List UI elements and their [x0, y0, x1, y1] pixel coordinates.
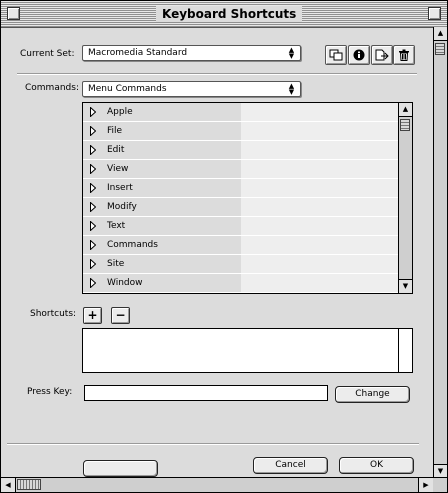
- export-set-icon: [375, 49, 389, 61]
- scroll-up-arrow-icon[interactable]: ▲: [399, 103, 412, 117]
- change-button[interactable]: Change: [335, 386, 410, 403]
- command-name: Text: [107, 221, 126, 231]
- scroll-left-arrow-icon[interactable]: ◀: [1, 478, 16, 492]
- shortcuts-list[interactable]: [82, 328, 413, 373]
- close-box[interactable]: [7, 7, 20, 20]
- disclosure-triangle-icon[interactable]: [90, 221, 96, 231]
- keyboard-shortcuts-window: Keyboard Shortcuts Current Set: Macromed…: [0, 0, 448, 493]
- scroll-up-arrow-icon[interactable]: ▲: [434, 27, 447, 41]
- secondary-button[interactable]: [83, 460, 158, 477]
- command-name: Apple: [107, 107, 133, 117]
- list-item[interactable]: Text: [83, 217, 398, 236]
- scroll-thumb[interactable]: [435, 43, 445, 55]
- disclosure-triangle-icon[interactable]: [90, 240, 96, 250]
- disclosure-triangle-icon[interactable]: [90, 202, 96, 212]
- current-set-value: Macromedia Standard: [88, 48, 188, 58]
- divider: [7, 443, 419, 445]
- delete-set-button[interactable]: [393, 45, 415, 65]
- current-set-label: Current Set:: [20, 49, 75, 59]
- press-key-field[interactable]: [84, 385, 328, 401]
- command-name: Commands: [107, 240, 158, 250]
- duplicate-set-button[interactable]: [325, 45, 347, 65]
- shortcuts-label: Shortcuts:: [30, 309, 77, 319]
- commands-value: Menu Commands: [88, 84, 167, 94]
- list-item[interactable]: Modify: [83, 198, 398, 217]
- command-name: Site: [107, 259, 125, 269]
- horizontal-scroll-thumb[interactable]: [17, 479, 41, 490]
- scroll-thumb[interactable]: [400, 119, 410, 131]
- list-item[interactable]: File: [83, 122, 398, 141]
- disclosure-triangle-icon[interactable]: [90, 164, 96, 174]
- window-horizontal-scrollbar[interactable]: ◀ ▶: [1, 477, 447, 492]
- list-item[interactable]: Site: [83, 255, 398, 274]
- disclosure-triangle-icon[interactable]: [90, 145, 96, 155]
- list-item[interactable]: Commands: [83, 236, 398, 255]
- commands-label: Commands:: [25, 83, 79, 93]
- shortcuts-scrollbar[interactable]: [398, 329, 412, 372]
- export-set-button[interactable]: [371, 45, 393, 65]
- disclosure-triangle-icon[interactable]: [90, 278, 96, 288]
- command-name: File: [107, 126, 123, 136]
- disclosure-triangle-icon[interactable]: [90, 183, 96, 193]
- command-name: Window: [107, 278, 143, 288]
- scroll-down-arrow-icon[interactable]: ▼: [399, 279, 412, 293]
- zoom-box[interactable]: [428, 7, 441, 20]
- command-name: Edit: [107, 145, 125, 155]
- disclosure-triangle-icon[interactable]: [90, 259, 96, 269]
- scroll-right-arrow-icon[interactable]: ▶: [418, 478, 433, 492]
- disclosure-triangle-icon[interactable]: [90, 107, 96, 117]
- popup-arrows-icon: ▲ ▼: [288, 82, 295, 96]
- press-key-label: Press Key:: [27, 387, 73, 397]
- window-title: Keyboard Shortcuts: [156, 6, 303, 22]
- current-set-popup[interactable]: Macromedia Standard ▲ ▼: [82, 45, 301, 61]
- remove-shortcut-button[interactable]: −: [111, 307, 130, 324]
- trash-icon: [399, 49, 409, 61]
- ok-button[interactable]: OK: [339, 457, 414, 474]
- disclosure-triangle-icon[interactable]: [90, 126, 96, 136]
- list-item[interactable]: Window: [83, 274, 398, 293]
- command-name: Insert: [107, 183, 133, 193]
- commands-list[interactable]: Apple File Edit View Insert Modify Text …: [82, 102, 413, 294]
- list-item[interactable]: Apple: [83, 103, 398, 122]
- title-bar[interactable]: Keyboard Shortcuts: [1, 1, 447, 28]
- scroll-down-arrow-icon[interactable]: ▼: [434, 464, 447, 478]
- divider: [17, 73, 417, 75]
- info-icon: [353, 49, 365, 61]
- command-name: View: [107, 164, 129, 174]
- commands-popup[interactable]: Menu Commands ▲ ▼: [82, 81, 301, 97]
- list-item[interactable]: View: [83, 160, 398, 179]
- command-name: Modify: [107, 202, 137, 212]
- add-shortcut-button[interactable]: +: [83, 307, 102, 324]
- duplicate-set-icon: [329, 49, 343, 61]
- popup-arrows-icon: ▲ ▼: [288, 46, 295, 60]
- list-item[interactable]: Insert: [83, 179, 398, 198]
- rename-set-button[interactable]: [348, 45, 370, 65]
- commands-scrollbar[interactable]: ▲ ▼: [398, 103, 412, 293]
- list-item[interactable]: Edit: [83, 141, 398, 160]
- window-vertical-scrollbar[interactable]: ▲ ▼: [433, 27, 447, 478]
- cancel-button[interactable]: Cancel: [253, 457, 328, 474]
